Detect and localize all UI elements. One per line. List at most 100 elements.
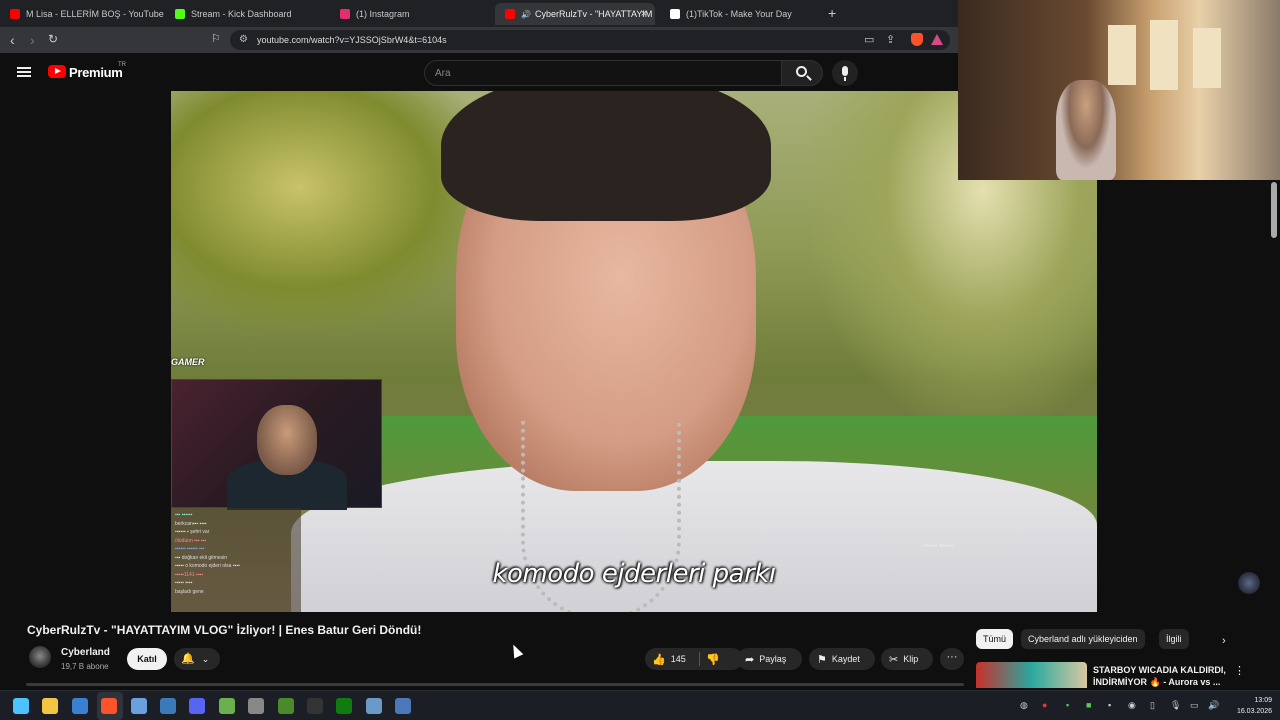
share-icon: ➦ xyxy=(745,653,755,666)
room-window xyxy=(1150,20,1178,90)
chip-from-uploader[interactable]: Cyberland adlı yükleyiciden xyxy=(1021,629,1145,649)
right-panel-background xyxy=(1097,180,1280,612)
forward-icon[interactable]: › xyxy=(30,32,35,48)
volume-icon[interactable]: 🔊 xyxy=(1208,700,1219,711)
overlay-logo: GAMER xyxy=(171,357,205,367)
youtube-premium-logo[interactable]: Premium xyxy=(69,65,123,80)
steam-icon[interactable] xyxy=(160,698,176,714)
like-icon[interactable]: 👍 xyxy=(652,653,666,666)
address-toolbar: ‹ › ↻ ⚐ ⚙ youtube.com/watch?v=YJSSOjSbrW… xyxy=(0,27,958,53)
dislike-icon[interactable]: 👎 xyxy=(706,653,720,666)
new-tab-button[interactable]: + xyxy=(828,5,836,21)
like-divider xyxy=(699,652,700,666)
network-icon[interactable]: ▭ xyxy=(1190,700,1199,711)
tab-youtube-lisa[interactable]: M Lisa - ELLERİM BOŞ - YouTube xyxy=(0,3,165,25)
chat-line: ▪▪▪▪▪▪ ▪▪▪▪▪▪ ▪▪▪ xyxy=(175,546,205,552)
reload-icon[interactable]: ↻ xyxy=(48,32,58,46)
share-button[interactable]: ➦ Paylaş xyxy=(737,648,802,670)
xbox-icon[interactable] xyxy=(336,698,353,714)
streamer-facecam xyxy=(171,379,382,510)
tab-tiktok[interactable]: (1)TikTok - Make Your Day xyxy=(660,3,820,25)
related-video-menu-icon[interactable]: ⋮ xyxy=(1234,664,1245,677)
related-video-title[interactable]: STARBOY WICADIA KALDIRDI, İNDİRMİYOR 🔥 -… xyxy=(1093,664,1228,688)
save-icon: ⚑ xyxy=(817,653,827,666)
chevron-down-icon: ⌄ xyxy=(201,654,210,664)
brave-icon[interactable] xyxy=(101,698,118,714)
video-scene-foliage xyxy=(171,91,491,331)
tab-kick-dashboard[interactable]: Stream - Kick Dashboard xyxy=(165,3,330,25)
clip-button[interactable]: ✂ Klip xyxy=(881,648,933,670)
channel-name[interactable]: Cyberland xyxy=(61,647,110,658)
tab-instagram[interactable]: (1) Instagram xyxy=(330,3,495,25)
app-icon-3[interactable] xyxy=(218,698,235,714)
subscriber-count: 19,7 B abone xyxy=(61,662,109,671)
nvidia-icon[interactable]: ■ xyxy=(1086,700,1091,710)
page-scrollbar[interactable] xyxy=(1271,182,1277,238)
join-button[interactable]: Katıl xyxy=(127,648,167,670)
clock-time: 13:09 xyxy=(1254,697,1272,704)
user-facecam xyxy=(958,0,1280,180)
save-button[interactable]: ⚑ Kaydet xyxy=(809,648,875,670)
subscribe-notifications-button[interactable]: 🔔 ⌄ xyxy=(174,648,220,670)
windows-start-icon[interactable] xyxy=(13,698,29,714)
chat-line: ölüdünn ▪▪▪ ▪▪▪ xyxy=(175,537,207,544)
brave-rewards-icon[interactable] xyxy=(931,34,943,45)
channel-watermark-icon[interactable] xyxy=(1238,572,1260,594)
channel-avatar[interactable] xyxy=(29,646,51,668)
tab-label: Stream - Kick Dashboard xyxy=(191,9,292,19)
tiktok-icon xyxy=(670,9,680,19)
discord-icon[interactable] xyxy=(189,698,206,714)
voice-search-icon[interactable] xyxy=(832,60,858,86)
youtube-logo-icon[interactable] xyxy=(48,65,66,78)
youtube-header: Premium TR Ara xyxy=(0,53,958,91)
chat-line: ▪▪▪ ▪▪▪▪▪▪ xyxy=(175,512,193,518)
room-window xyxy=(1193,28,1221,88)
tray-icon[interactable]: ◍ xyxy=(1020,700,1028,711)
chip-all[interactable]: Tümü xyxy=(976,629,1014,649)
like-dislike-group: 👍 145 👎 xyxy=(645,648,743,670)
app-icon-4[interactable] xyxy=(248,698,265,714)
streamer-face xyxy=(257,405,317,475)
cast-icon[interactable]: ▭ xyxy=(864,33,874,46)
back-icon[interactable]: ‹ xyxy=(10,32,15,48)
battery-icon[interactable]: ▯ xyxy=(1150,700,1155,711)
tab-label: M Lisa - ELLERİM BOŞ - YouTube xyxy=(26,9,164,19)
bell-icon: 🔔 xyxy=(181,653,195,665)
app-icon-6[interactable] xyxy=(395,698,412,714)
tray-app-icon[interactable]: ▪ xyxy=(1066,700,1069,710)
url-bar[interactable]: ⚙ youtube.com/watch?v=YJSSOjSbrW4&t=6104… xyxy=(230,30,950,50)
chevron-right-icon[interactable]: › xyxy=(1222,635,1226,647)
file-explorer-icon[interactable] xyxy=(42,698,59,714)
app-icon-5[interactable] xyxy=(365,698,382,714)
menu-icon[interactable] xyxy=(17,67,31,77)
app-icon-2[interactable] xyxy=(130,698,147,714)
search-button[interactable] xyxy=(781,60,823,86)
related-video-thumbnail[interactable] xyxy=(976,662,1087,688)
tray-app-icon-2[interactable]: ▪ xyxy=(1108,700,1111,710)
kick-icon xyxy=(175,9,185,19)
site-settings-icon[interactable]: ⚙ xyxy=(239,34,248,45)
like-count[interactable]: 145 xyxy=(671,654,686,664)
speaker-icon: 🔊 xyxy=(521,9,531,19)
steam-tray-icon[interactable]: ◉ xyxy=(1128,700,1136,711)
tab-cyberrulztv-active[interactable]: 🔊 CyberRulzTv - "HAYATTAYIM × xyxy=(495,3,655,25)
youtube-icon xyxy=(10,9,20,19)
windows-taskbar: ◍ ● ▪ ■ ▪ ◉ ▯ 🎙 ▭ 🔊 13:09 16.03.2026 xyxy=(0,690,1280,720)
app-icon[interactable] xyxy=(71,698,88,714)
search-input[interactable]: Ara xyxy=(424,60,782,86)
tray-record-icon[interactable]: ● xyxy=(1042,700,1047,710)
room-window xyxy=(1108,25,1136,85)
bookmark-icon[interactable]: ⚐ xyxy=(211,32,221,45)
share-page-icon[interactable]: ⇪ xyxy=(886,33,895,46)
minecraft-icon[interactable] xyxy=(277,698,294,714)
epic-games-icon[interactable] xyxy=(307,698,323,714)
chip-related[interactable]: İlgili xyxy=(1159,629,1189,649)
instagram-icon xyxy=(340,9,350,19)
more-actions-button[interactable]: ··· xyxy=(940,648,964,670)
microphone-icon[interactable]: 🎙 xyxy=(1170,700,1181,711)
brave-shields-icon[interactable] xyxy=(911,33,923,46)
system-clock[interactable]: 13:09 16.03.2026 xyxy=(1226,695,1272,717)
chat-line: ▪▪▪▪▪▪ ▪ şehri var xyxy=(175,529,210,535)
share-label: Paylaş xyxy=(759,654,787,664)
close-tab-icon[interactable]: × xyxy=(641,8,647,20)
